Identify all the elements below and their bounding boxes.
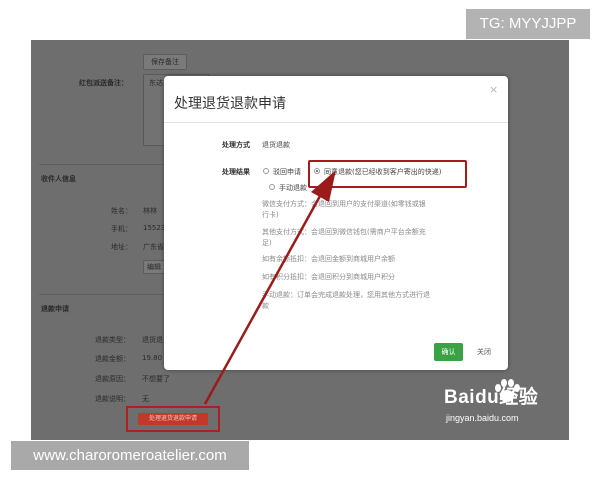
close-icon[interactable]: × xyxy=(489,83,498,96)
result-label: 处理结果 xyxy=(222,168,250,176)
confirm-button[interactable]: 确认 xyxy=(434,343,463,361)
name-label: 姓名： xyxy=(111,207,132,215)
refund-dialog: 处理退货退款申请 × xyxy=(164,76,508,370)
option-manual-label[interactable]: 手动退款 xyxy=(279,183,307,193)
baidu-paw-icon xyxy=(495,379,520,402)
address-edit-button[interactable]: 编辑 xyxy=(143,260,165,274)
name-value: 林林 xyxy=(143,207,157,215)
address-label: 地址： xyxy=(111,243,132,251)
watermark-bottom: www.charoromeroatelier.com xyxy=(11,441,249,470)
watermark-top: TG: MYYJJPP xyxy=(466,9,590,39)
process-refund-button[interactable]: 处理退货退款申请 xyxy=(138,413,208,425)
dialog-divider xyxy=(164,122,508,123)
baidu-url: jingyan.baidu.com xyxy=(446,413,519,423)
red-packet-note-value: 东达 xyxy=(149,79,163,87)
desc-other-line1: 其他支付方式：会退回到微信钱包(需商户平台余额充 xyxy=(262,228,426,236)
desc-wechat-line1: 微信支付方式：会退回到用户的支付渠道(如零钱或银 xyxy=(262,200,426,208)
save-note-button[interactable]: 保存备注 xyxy=(143,54,187,70)
cancel-button[interactable]: 关闭 xyxy=(472,343,496,361)
desc-points: 如有积分抵扣：会退回积分到商城用户积分 xyxy=(262,273,395,281)
refund-type-label: 退款类型： xyxy=(95,336,130,344)
desc-wechat-line2: 行卡) xyxy=(262,211,279,219)
process-refund-button-highlight: 处理退货退款申请 xyxy=(126,406,220,432)
address-value: 广东省 xyxy=(143,243,164,251)
desc-manual-line2: 款 xyxy=(262,302,269,310)
red-packet-note-label: 红包派送备注： xyxy=(79,79,128,87)
option-reject-label[interactable]: 驳回申请 xyxy=(273,167,301,177)
refund-type-value: 退货退 xyxy=(142,336,163,344)
desc-balance: 如有余额抵扣：会退回金额到商城用户余额 xyxy=(262,255,395,263)
method-value: 退货退款 xyxy=(262,141,290,149)
refund-section-title: 退款申请 xyxy=(41,305,69,313)
divider xyxy=(39,294,169,295)
dialog-title: 处理退货退款申请 xyxy=(174,96,286,112)
refund-amount-value: 19.80 xyxy=(142,354,163,362)
agree-option-highlight xyxy=(308,160,467,188)
refund-reason-label: 退款原因： xyxy=(95,375,130,383)
refund-desc-value: 无 xyxy=(142,395,149,403)
phone-label: 手机： xyxy=(111,225,132,233)
desc-manual-line1: 手动退款：订单会完成退款处理，您用其他方式进行退 xyxy=(262,291,430,299)
divider xyxy=(39,164,169,165)
refund-amount-label: 退款金额： xyxy=(95,355,130,363)
recipient-section-title: 收件人信息 xyxy=(41,175,76,183)
radio-manual-icon[interactable] xyxy=(269,184,275,190)
method-label: 处理方式 xyxy=(222,141,250,149)
refund-desc-label: 退款说明： xyxy=(95,395,130,403)
desc-other-line2: 足) xyxy=(262,239,272,247)
radio-reject-icon[interactable] xyxy=(263,168,269,174)
refund-reason-value: 不想要了 xyxy=(142,375,170,383)
phone-value: 15523 xyxy=(143,224,166,232)
